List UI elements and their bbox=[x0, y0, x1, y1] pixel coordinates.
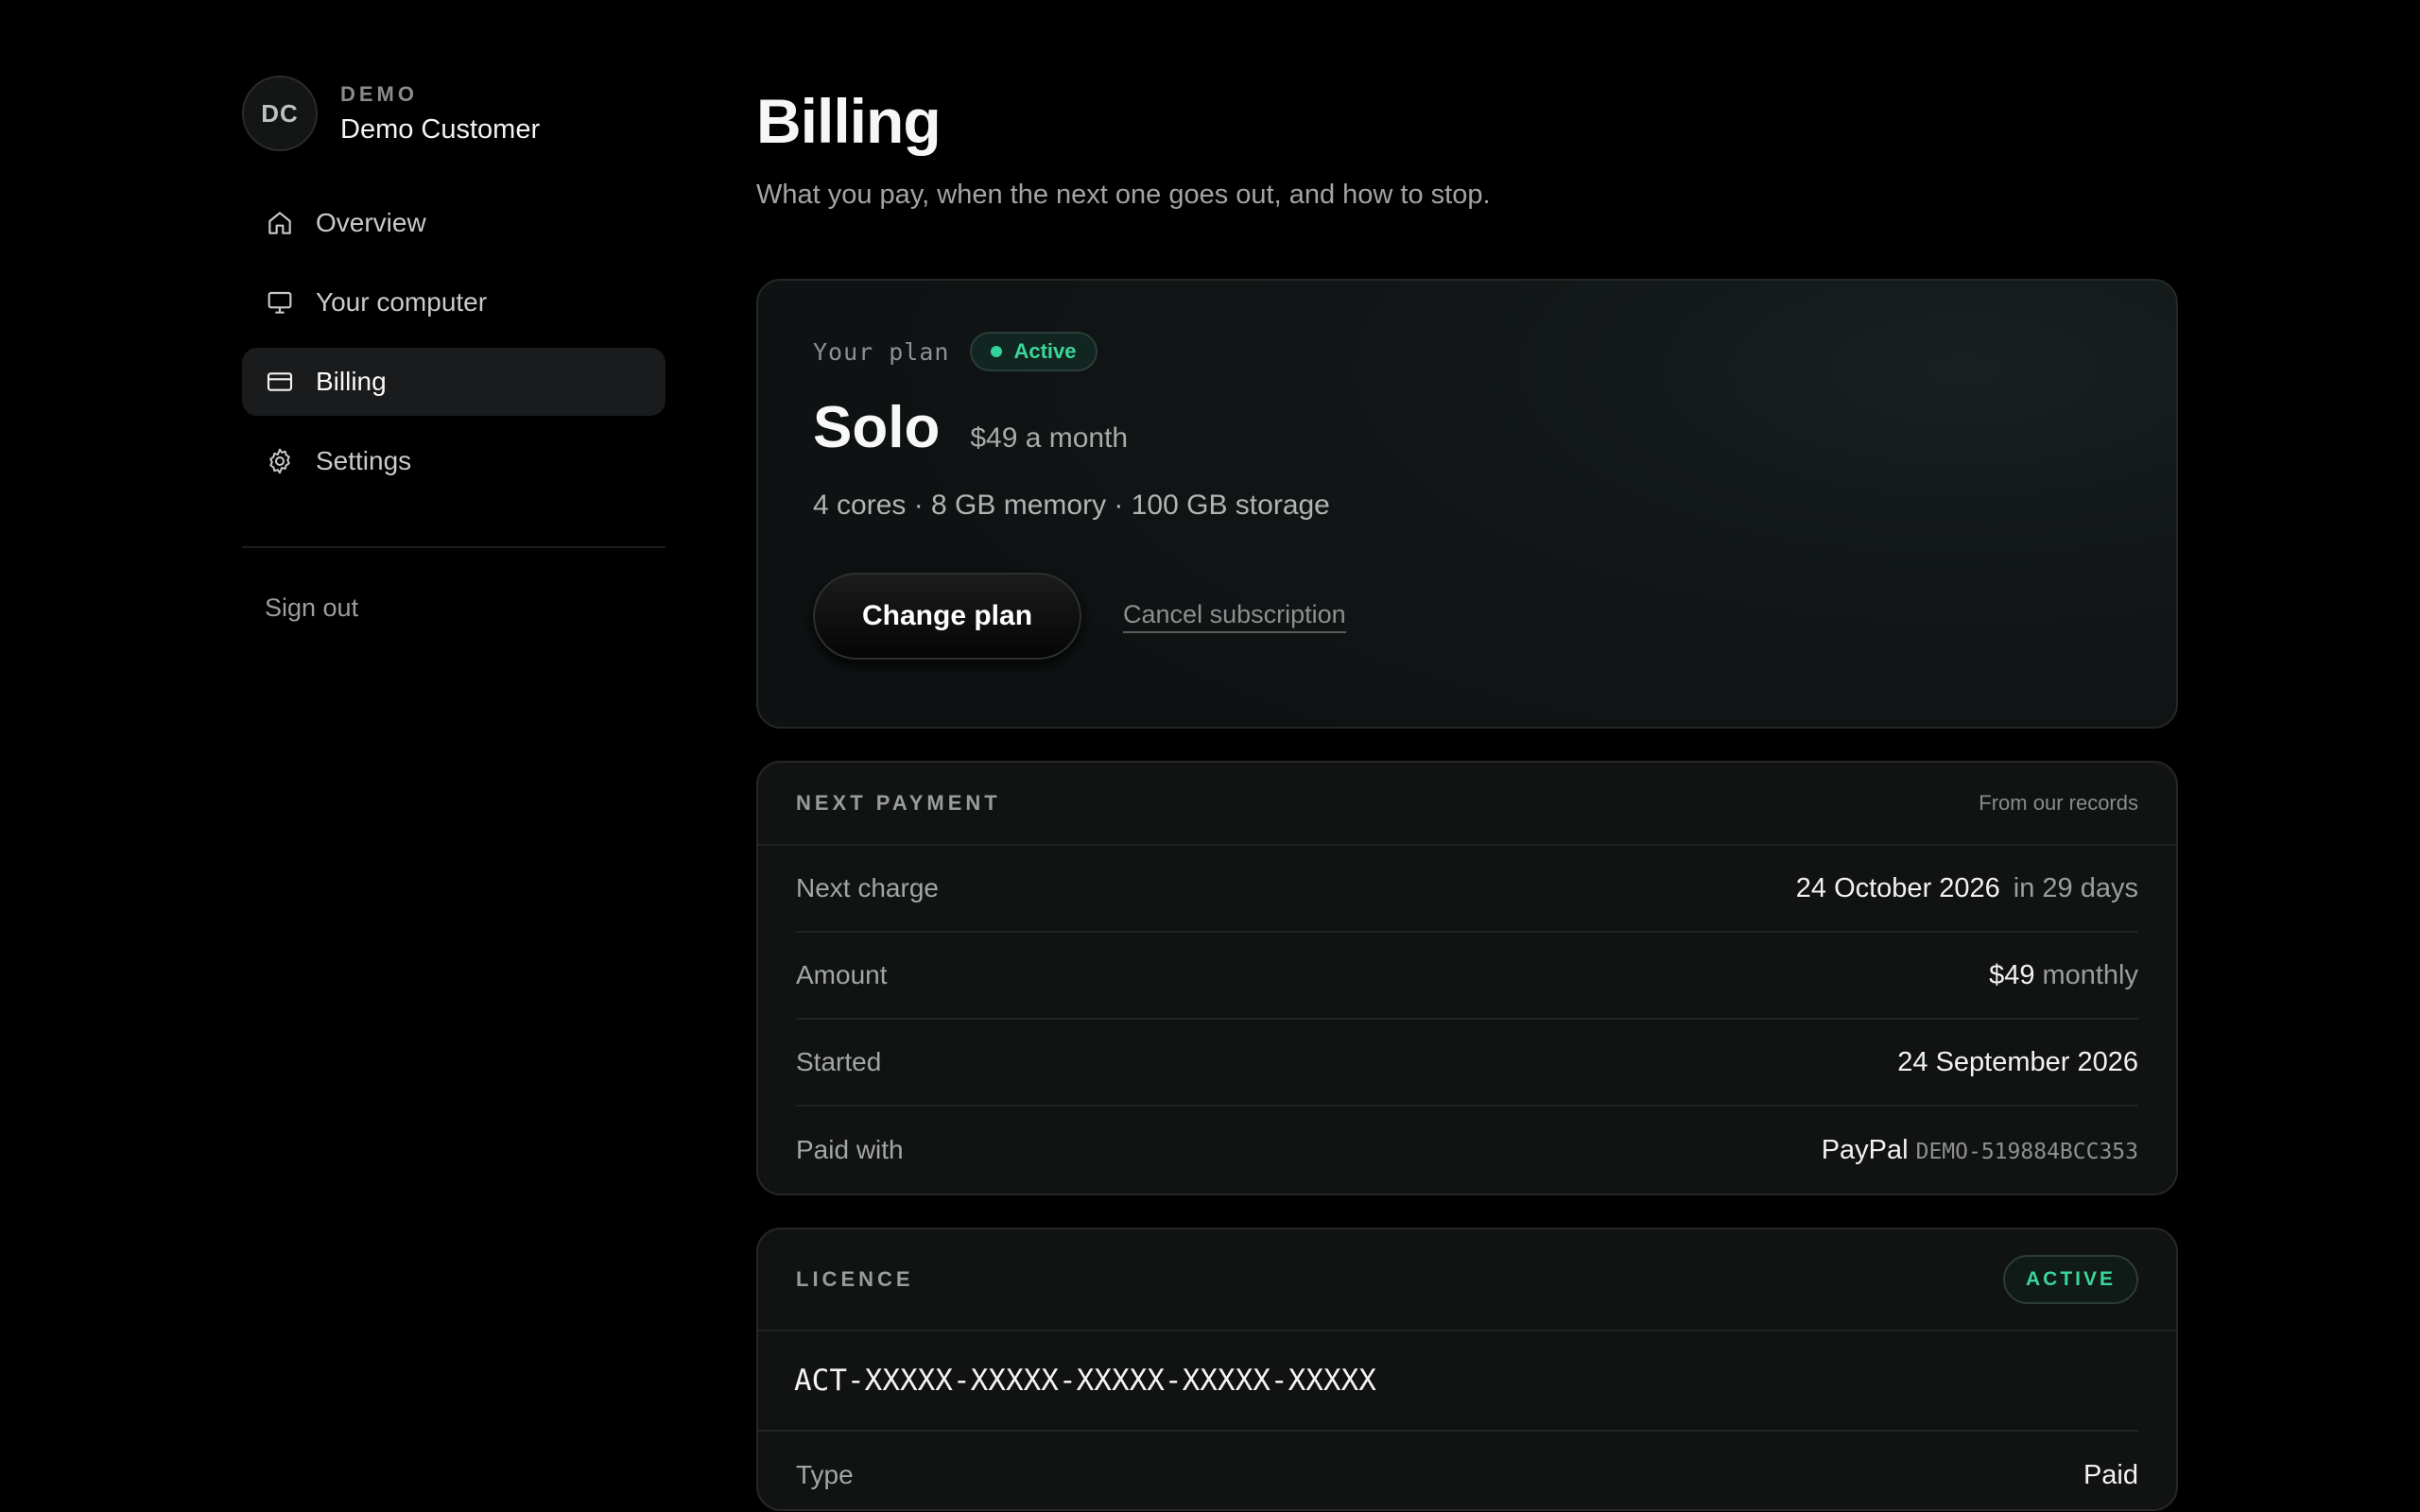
section-note: From our records bbox=[1979, 791, 2138, 815]
sidebar-item-overview[interactable]: Overview bbox=[242, 189, 666, 257]
row-value: 24 October 2026 in 29 days bbox=[1796, 873, 2138, 904]
plan-specs: 4 cores · 8 GB memory · 100 GB storage bbox=[813, 490, 1330, 521]
sidebar-item-label: Settings bbox=[316, 446, 412, 475]
row-value: Paid bbox=[2083, 1459, 2138, 1490]
sidebar-item-label: Overview bbox=[316, 208, 426, 237]
table-row: Amount $49 monthly bbox=[796, 933, 2138, 1020]
plan-header: Your plan Active bbox=[813, 332, 2121, 371]
sign-out-link[interactable]: Sign out bbox=[242, 593, 666, 623]
table-row: Paid with PayPal DEMO-519884BCC353 bbox=[796, 1107, 2138, 1194]
row-label: Next charge bbox=[796, 873, 939, 902]
account-name: Demo Customer bbox=[340, 113, 541, 145]
next-payment-card: NEXT PAYMENT From our records Next charg… bbox=[756, 761, 2178, 1195]
status-dot-icon bbox=[991, 346, 1003, 357]
plan-name: Solo bbox=[813, 395, 941, 460]
status-badge: Active bbox=[970, 332, 1098, 371]
account-tag: DEMO bbox=[340, 81, 418, 106]
next-charge-date: 24 October 2026 bbox=[1795, 872, 2000, 903]
licence-status-badge: ACTIVE bbox=[2002, 1255, 2138, 1304]
table-row: Started 24 September 2026 bbox=[796, 1020, 2138, 1107]
next-charge-relative: in 29 days bbox=[2013, 872, 2138, 903]
main-content: Billing What you pay, when the next one … bbox=[756, 83, 2178, 1511]
row-value: 24 September 2026 bbox=[1897, 1046, 2138, 1077]
sidebar-item-label: Billing bbox=[316, 367, 387, 396]
licence-rows: Type Paid bbox=[758, 1432, 2176, 1509]
licence-card: LICENCE ACTIVE ACT-XXXXX-XXXXX-XXXXX-XXX… bbox=[756, 1228, 2178, 1511]
table-row: Next charge 24 October 2026 in 29 days bbox=[796, 846, 2138, 933]
plan-label: Your plan bbox=[813, 337, 950, 366]
next-payment-header: NEXT PAYMENT From our records bbox=[758, 763, 2176, 846]
plan-actions: Change plan Cancel subscription bbox=[813, 573, 2121, 660]
plan-card: Your plan Active Solo $49 a month 4 core… bbox=[756, 279, 2178, 729]
page-subtitle: What you pay, when the next one goes out… bbox=[756, 180, 1491, 210]
payment-rows: Next charge 24 October 2026 in 29 days Am… bbox=[758, 846, 2176, 1194]
plan-summary: Solo $49 a month bbox=[813, 394, 2121, 461]
sidebar-item-billing[interactable]: Billing bbox=[242, 348, 666, 416]
plan-price: $49 a month bbox=[970, 422, 1129, 454]
row-label: Paid with bbox=[796, 1135, 904, 1164]
section-title: LICENCE bbox=[796, 1267, 914, 1291]
row-label: Amount bbox=[796, 960, 888, 989]
sidebar-item-label: Your computer bbox=[316, 287, 488, 317]
row-value: PayPal DEMO-519884BCC353 bbox=[1822, 1135, 2138, 1166]
monitor-icon bbox=[268, 291, 292, 314]
amount-period: monthly bbox=[2042, 959, 2138, 990]
amount-value: $49 bbox=[1989, 959, 2035, 990]
avatar: DC bbox=[242, 76, 318, 151]
cancel-subscription-link[interactable]: Cancel subscription bbox=[1123, 600, 1346, 633]
sidebar-item-settings[interactable]: Settings bbox=[242, 427, 666, 495]
status-badge-label: Active bbox=[1013, 339, 1077, 363]
sidebar-nav: Overview Your computer Billing Settings bbox=[242, 189, 666, 495]
sidebar-item-your-computer[interactable]: Your computer bbox=[242, 268, 666, 336]
row-label: Type bbox=[796, 1460, 854, 1489]
licence-header: LICENCE ACTIVE bbox=[758, 1229, 2176, 1332]
row-value: $49 monthly bbox=[1989, 960, 2138, 991]
licence-key[interactable]: ACT-XXXXX-XXXXX-XXXXX-XXXXX-XXXXX bbox=[758, 1332, 2138, 1432]
account-info: DEMO Demo Customer bbox=[340, 82, 540, 146]
row-label: Started bbox=[796, 1047, 882, 1076]
payment-reference: DEMO-519884BCC353 bbox=[1915, 1139, 2138, 1164]
account-header: DC DEMO Demo Customer bbox=[242, 76, 666, 151]
sidebar-divider bbox=[242, 546, 666, 548]
page-title: Billing bbox=[756, 86, 942, 156]
sidebar: DC DEMO Demo Customer Overview Your comp… bbox=[242, 76, 666, 623]
change-plan-button[interactable]: Change plan bbox=[813, 573, 1082, 660]
home-icon bbox=[268, 212, 291, 234]
payment-method: PayPal bbox=[1821, 1134, 1909, 1165]
gear-icon bbox=[269, 448, 290, 474]
section-title: NEXT PAYMENT bbox=[796, 791, 1001, 815]
credit-card-icon bbox=[267, 372, 293, 391]
table-row: Type Paid bbox=[796, 1432, 2138, 1509]
